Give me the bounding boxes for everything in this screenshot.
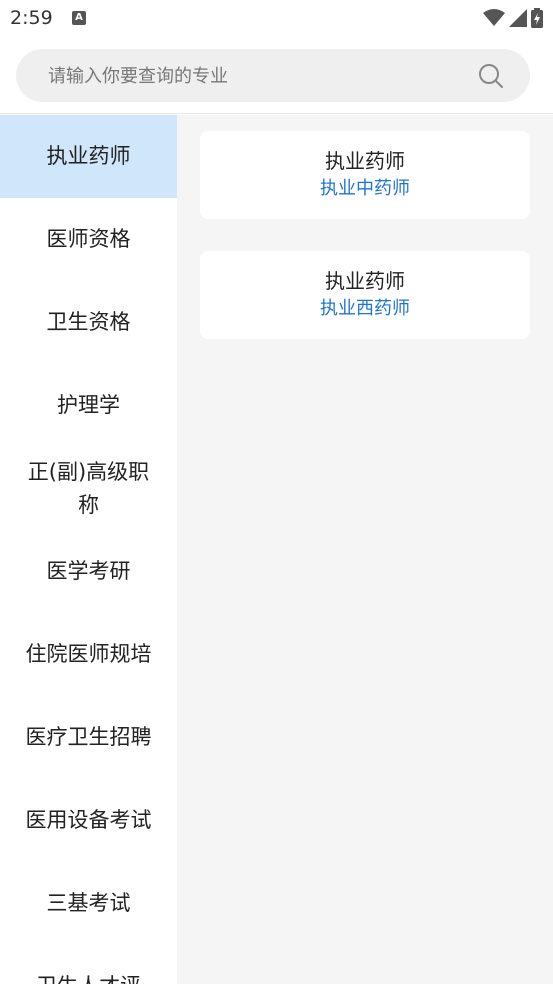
sidebar-item-medical-recruitment[interactable]: 医疗卫生招聘 bbox=[0, 696, 177, 779]
sidebar-item-label: 三基考试 bbox=[46, 891, 131, 915]
subcategory-card[interactable]: 执业药师 执业西药师 bbox=[200, 251, 530, 339]
subcategory-card[interactable]: 执业药师 执业中药师 bbox=[200, 131, 530, 219]
sidebar-item-senior-title[interactable]: 正(副)高级职称 bbox=[0, 447, 177, 530]
sidebar-item-physician[interactable]: 医师资格 bbox=[0, 198, 177, 281]
sidebar-item-label: 医用设备考试 bbox=[25, 808, 152, 832]
status-icons bbox=[483, 8, 543, 28]
sidebar-item-talent-evaluation[interactable]: 卫生人才评 bbox=[0, 945, 177, 984]
sidebar-item-label: 执业药师 bbox=[46, 144, 131, 168]
sidebar-item-pharmacist[interactable]: 执业药师 bbox=[0, 115, 177, 198]
card-title: 执业药师 bbox=[325, 149, 405, 173]
sidebar-item-nursing[interactable]: 护理学 bbox=[0, 364, 177, 447]
search-icon[interactable] bbox=[478, 63, 504, 89]
sidebar-item-label: 正(副)高级职称 bbox=[27, 459, 150, 517]
sidebar-item-label: 卫生资格 bbox=[46, 310, 131, 334]
sidebar-item-residency-training[interactable]: 住院医师规培 bbox=[0, 613, 177, 696]
wifi-icon bbox=[483, 9, 505, 26]
card-title: 执业药师 bbox=[325, 269, 405, 293]
category-sidebar: 执业药师 医师资格 卫生资格 护理学 正(副)高级职称 医学考研 住院医师规培 … bbox=[0, 115, 177, 984]
card-subtitle-link[interactable]: 执业中药师 bbox=[200, 175, 530, 203]
notification-icon: A bbox=[72, 11, 86, 25]
card-subtitle-link[interactable]: 执业西药师 bbox=[200, 295, 530, 323]
search-input[interactable] bbox=[46, 49, 470, 104]
sidebar-item-medical-postgrad[interactable]: 医学考研 bbox=[0, 530, 177, 613]
sidebar-item-three-basics[interactable]: 三基考试 bbox=[0, 862, 177, 945]
search-box[interactable] bbox=[16, 49, 530, 104]
sidebar-item-health-qualification[interactable]: 卫生资格 bbox=[0, 281, 177, 364]
subcategory-panel: 执业药师 执业中药师 执业药师 执业西药师 bbox=[177, 115, 553, 984]
status-time: 2:59 bbox=[10, 7, 53, 29]
sidebar-item-label: 医疗卫生招聘 bbox=[25, 725, 152, 749]
signal-icon bbox=[509, 9, 527, 27]
sidebar-item-label: 卫生人才评 bbox=[36, 970, 141, 984]
sidebar-item-label: 护理学 bbox=[57, 393, 120, 417]
search-bar bbox=[0, 36, 553, 114]
sidebar-item-label: 住院医师规培 bbox=[25, 642, 152, 666]
sidebar-item-medical-equipment[interactable]: 医用设备考试 bbox=[0, 779, 177, 862]
sidebar-item-label: 医师资格 bbox=[46, 227, 131, 251]
sidebar-item-label: 医学考研 bbox=[46, 559, 131, 583]
battery-icon bbox=[531, 8, 543, 28]
status-bar: 2:59 A bbox=[0, 0, 553, 36]
